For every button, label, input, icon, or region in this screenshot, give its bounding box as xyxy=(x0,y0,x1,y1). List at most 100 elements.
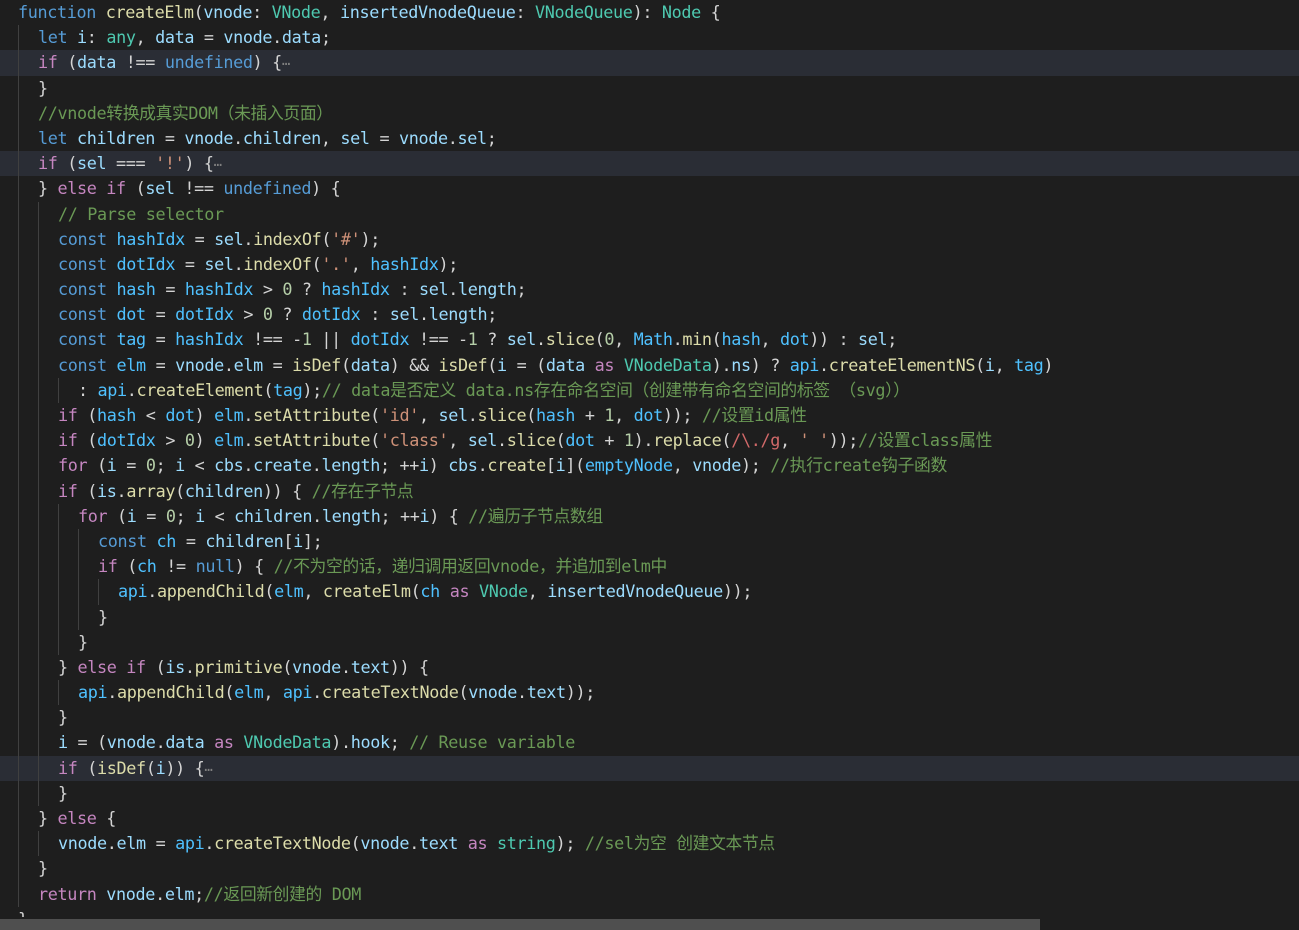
token-punctuation: . xyxy=(147,581,158,602)
code-line[interactable]: api.appendChild(elm, api.createTextNode(… xyxy=(0,680,1299,706)
token-operator: + xyxy=(575,405,605,425)
token-constant: elm xyxy=(274,581,304,602)
token-variable: sel xyxy=(438,405,468,425)
token-punctuation: ) { xyxy=(252,52,283,73)
code-line[interactable]: } else if (is.primitive(vnode.text)) { xyxy=(0,654,1299,681)
token-punctuation: , xyxy=(614,329,634,350)
token-operator: = xyxy=(145,833,176,854)
token-constant: Math xyxy=(633,329,673,350)
token-punctuation: ( xyxy=(321,228,332,249)
token-variable: data xyxy=(155,27,195,48)
code-line[interactable]: } else if (sel !== undefined) { xyxy=(0,176,1299,202)
code-line[interactable]: if (is.array(children)) { //存在子节点 xyxy=(0,478,1299,504)
token-punctuation: : xyxy=(86,27,107,48)
token-function-name: createElementNS xyxy=(828,354,976,375)
code-line[interactable]: const elm = vnode.elm = isDef(data) && i… xyxy=(0,352,1299,378)
code-line[interactable]: return vnode.elm;//返回新创建的 DOM xyxy=(0,881,1299,907)
indent-guide xyxy=(38,428,39,454)
token-regex-literal: /\./g xyxy=(731,430,780,451)
code-line[interactable]: // Parse selector xyxy=(0,201,1299,227)
token-function-name: createTextNode xyxy=(321,682,459,703)
indent-guide xyxy=(18,554,19,580)
token-operator: = xyxy=(155,127,185,148)
indent-guide xyxy=(78,554,79,580)
token-function-name: indexOf xyxy=(253,228,322,249)
code-line[interactable]: } xyxy=(0,75,1299,101)
token-variable: i xyxy=(419,505,430,526)
indent-guide xyxy=(98,579,99,605)
token-punctuation: , xyxy=(320,2,340,22)
token-constant: dotIdx xyxy=(116,253,176,274)
code-line[interactable]: const hash = hashIdx > 0 ? hashIdx : sel… xyxy=(0,277,1299,303)
code-line[interactable]: function createElm(vnode: VNode, inserte… xyxy=(0,0,1299,25)
code-line[interactable]: i = (vnode.data as VNodeData).hook; // R… xyxy=(0,730,1299,756)
token-punctuation: ( xyxy=(311,253,322,274)
token-punctuation: ( xyxy=(536,354,546,375)
token-punctuation: ( xyxy=(555,430,566,451)
code-line[interactable]: if (dotIdx > 0) elm.setAttribute('class'… xyxy=(0,428,1299,454)
code-line[interactable]: } xyxy=(0,604,1299,630)
token-punctuation: ( xyxy=(77,430,98,451)
fold-ellipsis-icon[interactable]: … xyxy=(282,53,290,69)
code-line[interactable]: //vnode转换成真实DOM（未插入页面） xyxy=(0,100,1299,126)
code-line[interactable]: if (hash < dot) elm.setAttribute('id', s… xyxy=(0,403,1299,429)
indent-guide xyxy=(38,377,39,403)
token-variable: is xyxy=(97,480,117,501)
token-punctuation: . xyxy=(155,883,165,904)
code-line[interactable]: api.appendChild(elm, createElm(ch as VNo… xyxy=(0,579,1299,605)
horizontal-scrollbar[interactable] xyxy=(0,917,1299,930)
code-line[interactable]: const tag = hashIdx !== -1 || dotIdx !==… xyxy=(0,327,1299,353)
token-punctuation xyxy=(67,128,77,148)
token-punctuation: . xyxy=(467,405,478,425)
token-variable: vnode xyxy=(292,656,341,677)
token-punctuation: } xyxy=(38,77,48,98)
code-line[interactable]: : api.createElement(tag);// data是否定义 dat… xyxy=(0,377,1299,403)
code-line[interactable]: if (ch != null) { //不为空的话，递归调用返回vnode，并追… xyxy=(0,554,1299,580)
token-punctuation: } xyxy=(38,858,48,879)
indent-guide xyxy=(18,503,19,529)
fold-ellipsis-icon[interactable]: … xyxy=(204,759,212,775)
code-line[interactable]: const ch = children[i]; xyxy=(0,528,1299,555)
token-number-literal: 0 xyxy=(282,279,293,300)
token-punctuation: . xyxy=(223,354,234,375)
token-punctuation: ( xyxy=(711,329,722,350)
indent-guide xyxy=(78,604,79,630)
token-variable: sel xyxy=(457,127,488,148)
token-punctuation: ): xyxy=(632,2,662,22)
token-punctuation: ( xyxy=(77,480,98,501)
token-punctuation: , xyxy=(614,405,634,425)
code-line[interactable]: } xyxy=(0,856,1299,882)
token-variable: children xyxy=(234,505,313,526)
code-line[interactable]: const hashIdx = sel.indexOf('#'); xyxy=(0,226,1299,252)
token-variable: insertedVnodeQueue xyxy=(547,581,723,602)
code-line[interactable]: } else { xyxy=(0,806,1299,832)
indent-guide xyxy=(18,403,19,429)
code-line[interactable]: } xyxy=(0,780,1299,806)
token-variable: is xyxy=(165,656,185,677)
code-editor[interactable]: function createElm(vnode: VNode, inserte… xyxy=(0,0,1299,930)
code-line[interactable]: const dot = dotIdx > 0 ? dotIdx : sel.le… xyxy=(0,302,1299,328)
token-variable: children xyxy=(184,480,263,501)
code-line[interactable]: if (isDef(i)) {… xyxy=(0,755,1299,781)
token-variable: ns xyxy=(731,354,751,375)
token-punctuation: . xyxy=(448,279,458,300)
token-constant: dot xyxy=(779,329,810,350)
code-line[interactable]: } xyxy=(0,629,1299,655)
code-line[interactable]: for (i = 0; i < children.length; ++i) { … xyxy=(0,503,1299,529)
code-line[interactable]: } xyxy=(0,705,1299,731)
code-line[interactable]: const dotIdx = sel.indexOf('.', hashIdx)… xyxy=(0,251,1299,278)
code-line[interactable]: if (data !== undefined) {… xyxy=(0,50,1299,76)
token-punctuation: , xyxy=(350,253,371,274)
horizontal-scrollbar-thumb[interactable] xyxy=(0,919,1040,930)
token-constant: hash xyxy=(116,279,156,300)
code-line[interactable]: let children = vnode.children, sel = vno… xyxy=(0,125,1299,152)
code-line[interactable]: vnode.elm = api.createTextNode(vnode.tex… xyxy=(0,831,1299,857)
token-punctuation: . xyxy=(155,732,166,753)
code-line[interactable]: let i: any, data = vnode.data; xyxy=(0,25,1299,51)
fold-ellipsis-icon[interactable]: … xyxy=(214,154,222,170)
token-punctuation: . xyxy=(819,354,829,375)
code-line[interactable]: for (i = 0; i < cbs.create.length; ++i) … xyxy=(0,453,1299,479)
indent-guide xyxy=(18,453,19,479)
code-line[interactable]: if (sel === '!') {… xyxy=(0,151,1299,177)
indent-guide xyxy=(38,554,39,580)
